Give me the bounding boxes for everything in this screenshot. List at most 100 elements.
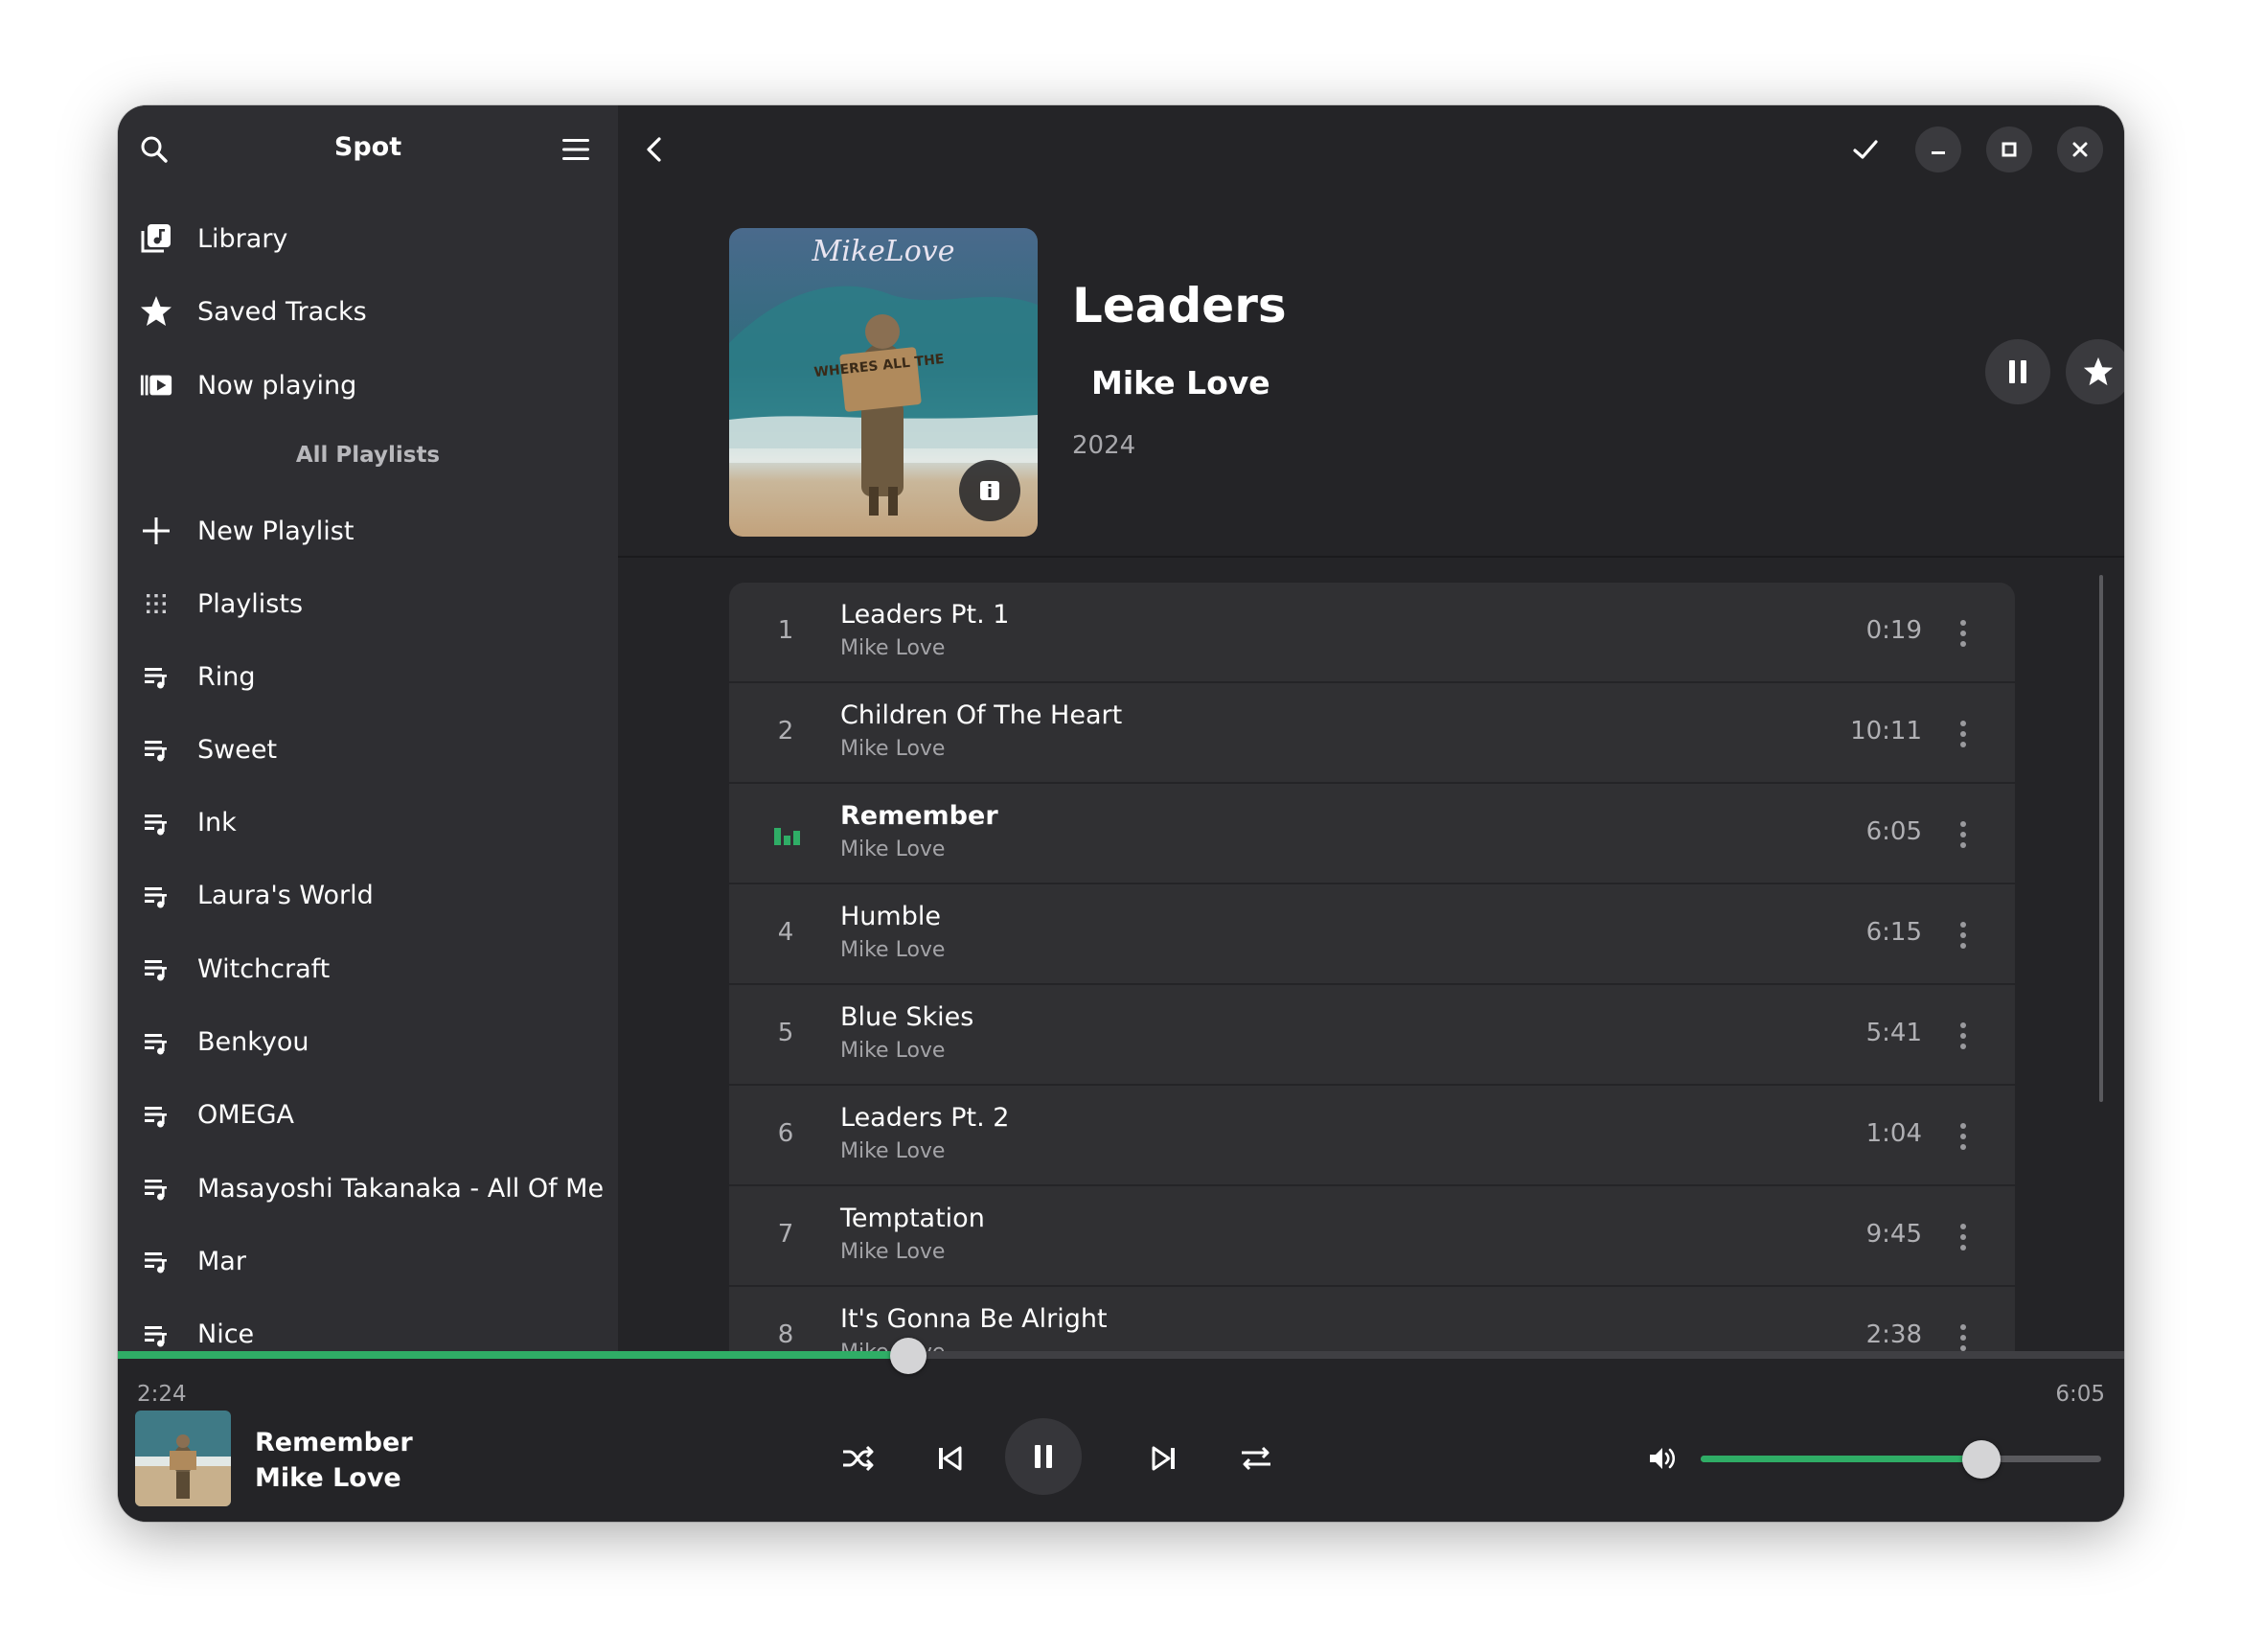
play-pause-button[interactable] [1005,1418,1082,1495]
track-artist[interactable]: Mike Love [840,1039,945,1063]
sidebar-item-label: New Playlist [197,516,355,546]
track-duration: 9:45 [1865,1220,1922,1249]
close-icon [2072,142,2088,157]
sidebar-item-label: Now playing [197,370,357,401]
back-button[interactable] [631,126,677,172]
track-artist[interactable]: Mike Love [840,737,945,761]
sidebar: Spot Library Saved Tracks Now playing Al… [118,105,618,1351]
main-menu-button[interactable] [553,126,599,172]
now-playing-artist[interactable]: Mike Love [255,1463,401,1493]
track-row[interactable]: 1 Leaders Pt. 1 Mike Love 0:19 [729,583,2015,683]
sidebar-item-playlist[interactable]: Ink [118,789,618,858]
track-row[interactable]: 2 Children Of The Heart Mike Love 10:11 [729,683,2015,784]
album-artist-link[interactable]: Mike Love [1091,364,1270,402]
track-row[interactable]: 8It's Gonna Be AlrightMike Love2:38 [729,1287,2015,1351]
player-bar: 2:24 6:05 Remember Mike Love [118,1338,2124,1522]
track-duration: 10:11 [1850,717,1922,746]
seek-bar[interactable] [118,1338,2124,1374]
track-menu-button[interactable] [1954,617,1973,650]
track-artist[interactable]: Mike Love [840,1139,945,1163]
seek-bar-handle[interactable] [890,1338,927,1374]
volume-slider[interactable] [1701,1440,2101,1479]
sidebar-item-playlist[interactable]: Mar [118,1227,618,1296]
sidebar-item-playlists[interactable]: Playlists [118,569,618,638]
sidebar-item-playlist[interactable]: OMEGA [118,1081,618,1150]
sidebar-item-playlist[interactable]: Masayoshi Takanaka - All Of Me [118,1154,618,1223]
track-row[interactable]: 4 Humble Mike Love 6:15 [729,884,2015,985]
select-mode-button[interactable] [1842,126,1888,172]
track-menu-button[interactable] [1954,1221,1973,1253]
more-vertical-icon [1960,721,1966,726]
volume-button[interactable] [1634,1430,1691,1487]
track-row[interactable]: Remember Mike Love 6:05 [729,784,2015,884]
sidebar-item-playlist[interactable]: Witchcraft [118,934,618,1003]
track-menu-button[interactable] [1954,919,1973,952]
more-vertical-icon [1960,1123,1966,1129]
sidebar-item-label: Sweet [197,734,278,765]
sidebar-item-label: Laura's World [197,881,374,911]
track-artist[interactable]: Mike Love [840,636,945,660]
sidebar-item-label: Saved Tracks [197,296,367,327]
repeat-icon [1242,1446,1270,1471]
sidebar-item-playlist[interactable]: Laura's World [118,861,618,930]
grid-icon [139,586,173,621]
album-title: Leaders [1072,278,1287,333]
sidebar-item-playlist[interactable]: Sweet [118,715,618,784]
pause-icon [2009,360,2026,383]
sidebar-item-label: Ring [197,661,256,692]
now-playing-cover[interactable] [135,1411,231,1506]
sidebar-item-saved-tracks[interactable]: Saved Tracks [118,277,618,346]
track-number: 1 [777,616,794,645]
scrollbar[interactable] [2099,575,2103,1102]
track-menu-button[interactable] [1954,1321,1973,1351]
track-menu-button[interactable] [1954,818,1973,851]
close-button[interactable] [2057,126,2103,172]
header-divider [618,556,2124,558]
sidebar-item-label: Library [197,223,288,254]
sidebar-item-playlist[interactable]: Benkyou [118,1008,618,1077]
track-number: 8 [777,1320,794,1349]
track-artist[interactable]: Mike Love [840,938,945,962]
sidebar-item-playlist[interactable]: Ring [118,642,618,711]
playlist-icon [139,1098,173,1133]
track-number: 5 [777,1019,794,1047]
track-row[interactable]: 7 Temptation Mike Love 9:45 [729,1186,2015,1287]
shuffle-button[interactable] [830,1430,887,1487]
track-row[interactable]: 6 Leaders Pt. 2 Mike Love 1:04 [729,1086,2015,1186]
track-number: 6 [777,1119,794,1148]
track-artist[interactable]: Mike Love [840,1240,945,1264]
more-vertical-icon [1960,1022,1966,1028]
album-info-button[interactable] [959,460,1020,521]
skip-previous-icon [939,1446,962,1471]
track-menu-button[interactable] [1954,1120,1973,1153]
track-number: 7 [777,1220,794,1249]
minimize-icon [1932,151,1945,154]
more-vertical-icon [1960,620,1966,626]
now-playing-equalizer-icon [774,828,800,845]
track-duration: 2:38 [1865,1320,1922,1349]
track-title: It's Gonna Be Alright [840,1304,1108,1334]
next-track-button[interactable] [1135,1430,1193,1487]
sidebar-item-library[interactable]: Library [118,204,618,273]
track-list: 1 Leaders Pt. 1 Mike Love 0:19 2 Children Of … [729,583,2015,1351]
now-playing-title[interactable]: Remember [255,1428,413,1457]
track-menu-button[interactable] [1954,718,1973,750]
sidebar-item-now-playing[interactable]: Now playing [118,351,618,420]
playlist-icon [139,879,173,913]
track-row[interactable]: 5 Blue Skies Mike Love 5:41 [729,985,2015,1086]
track-title: Children Of The Heart [840,700,1123,730]
minimize-button[interactable] [1915,126,1961,172]
sidebar-item-label: OMEGA [197,1100,294,1131]
star-icon [139,294,173,329]
volume-slider-handle[interactable] [1961,1440,2001,1479]
album-pause-button[interactable] [1985,339,2050,404]
save-album-button[interactable] [2066,339,2124,404]
maximize-button[interactable] [1986,126,2032,172]
track-artist[interactable]: Mike Love [840,837,945,861]
previous-track-button[interactable] [921,1430,978,1487]
sidebar-item-label: Playlists [197,588,304,619]
repeat-button[interactable] [1227,1430,1285,1487]
new-playlist-button[interactable]: New Playlist [118,496,618,565]
sidebar-item-label: Mar [197,1246,246,1276]
track-menu-button[interactable] [1954,1020,1973,1052]
